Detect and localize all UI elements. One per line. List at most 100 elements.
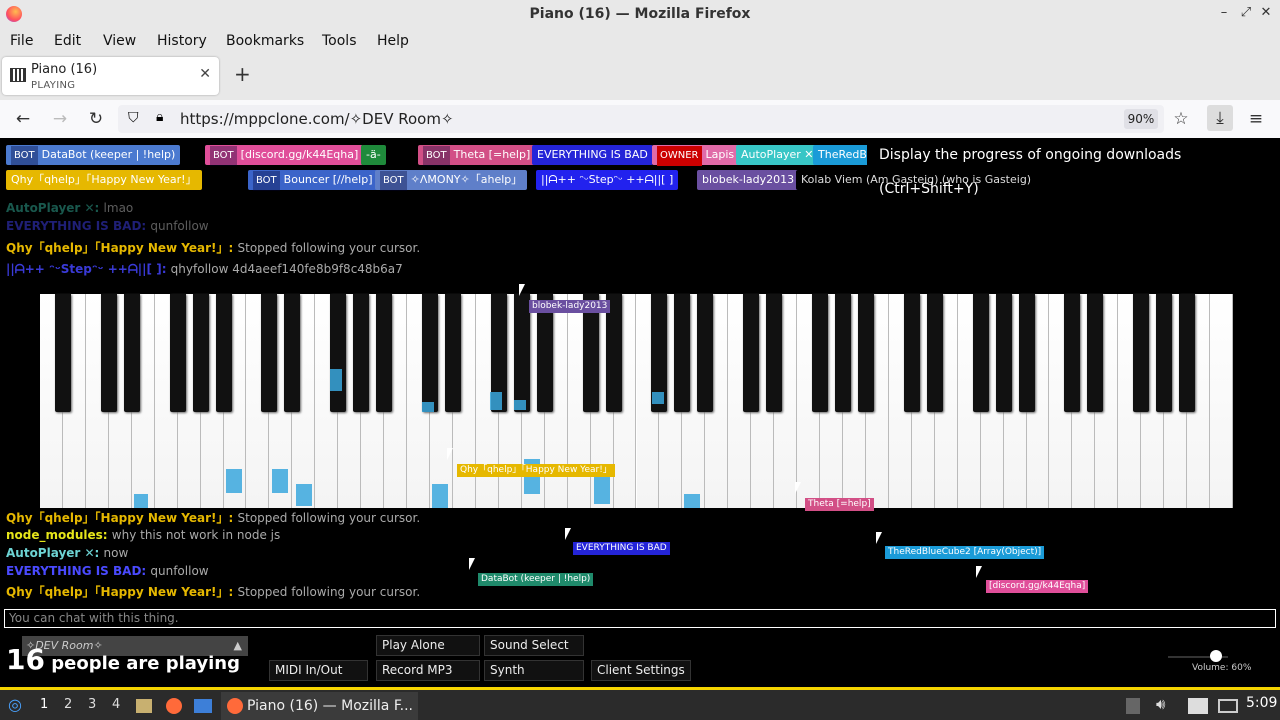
synth-button[interactable]: Synth (484, 660, 584, 681)
note-highlight (272, 469, 288, 493)
black-key[interactable] (857, 294, 874, 412)
tab-piano[interactable]: Piano (16) PLAYING ✕ (2, 57, 219, 95)
downloads-button[interactable]: ⤓ (1207, 105, 1233, 131)
new-tab-button[interactable]: + (234, 62, 251, 86)
user-chip[interactable]: ||ᗩ++ ᵔᵕStepᵔᵕ ++ᗩ||[ ] (536, 170, 679, 190)
user-chip[interactable]: BOT Bouncer [//help] (248, 170, 378, 191)
file-manager-icon[interactable] (136, 699, 152, 713)
black-key[interactable] (1087, 294, 1104, 412)
black-key[interactable] (330, 294, 347, 412)
white-key[interactable] (1210, 294, 1233, 508)
user-chip[interactable]: TheRedB (813, 145, 872, 165)
workspace-1[interactable]: 1 (40, 697, 48, 712)
user-name: ||ᗩ++ ᵔᵕStepᵔᵕ ++ᗩ||[ ] (541, 173, 674, 186)
note-highlight (514, 400, 526, 410)
reload-button[interactable]: ↻ (85, 109, 107, 129)
bookmark-star-icon[interactable]: ☆ (1170, 109, 1192, 129)
chat-input[interactable]: You can chat with this thing. (4, 609, 1276, 628)
volume-knob[interactable] (1210, 650, 1222, 662)
maximize-icon[interactable]: ⤢ (1236, 5, 1256, 20)
terminal-icon[interactable] (194, 699, 212, 713)
black-key[interactable] (192, 294, 209, 412)
black-key[interactable] (766, 294, 783, 412)
volume-slider[interactable] (1168, 650, 1228, 662)
midi-button[interactable]: MIDI In/Out (269, 660, 368, 681)
black-key[interactable] (1156, 294, 1173, 412)
black-key[interactable] (513, 294, 530, 412)
network-icon[interactable] (1188, 698, 1208, 714)
user-chip[interactable]: BOT ✧ΛΜΟΝΥ✧「ahelp」 (375, 170, 528, 191)
black-key[interactable] (376, 294, 393, 412)
black-key[interactable] (444, 294, 461, 412)
user-chip[interactable]: BOT [discord.gg/k44Eqha] (205, 145, 364, 166)
black-key[interactable] (674, 294, 691, 412)
black-key[interactable] (903, 294, 920, 412)
forward-button[interactable]: → (49, 109, 71, 129)
client-settings-button[interactable]: Client Settings (591, 660, 691, 681)
black-key[interactable] (1179, 294, 1196, 412)
workspace-4[interactable]: 4 (112, 697, 120, 712)
tab-strip: Piano (16) PLAYING ✕ (0, 54, 1280, 100)
black-key[interactable] (812, 294, 829, 412)
black-key[interactable] (1064, 294, 1081, 412)
black-key[interactable] (1018, 294, 1035, 412)
user-chip[interactable]: BOT Theta [=help] (418, 145, 536, 166)
app-menu-icon[interactable]: ≡ (1245, 109, 1267, 129)
volume-icon[interactable]: 🔊︎ (1156, 695, 1165, 713)
start-menu-icon[interactable]: ◎ (8, 695, 22, 714)
user-chip[interactable]: AutoPlayer ✕ (736, 145, 819, 165)
black-key[interactable] (123, 294, 140, 412)
taskbar-firefox-window[interactable]: Piano (16) — Mozilla F... (221, 692, 418, 720)
chat-message: ||ᗩ++ ᵔᵕStepᵔᵕ ++ᗩ||[ ]: qhyfollow 4d4ae… (6, 262, 403, 277)
black-key[interactable] (284, 294, 301, 412)
people-count: 16 (6, 643, 45, 676)
black-key[interactable] (100, 294, 117, 412)
workspace-2[interactable]: 2 (64, 697, 72, 712)
black-key[interactable] (169, 294, 186, 412)
black-key[interactable] (1133, 294, 1150, 412)
black-key[interactable] (353, 294, 370, 412)
black-key[interactable] (261, 294, 278, 412)
zoom-level[interactable]: 90% (1124, 109, 1158, 129)
black-key[interactable] (972, 294, 989, 412)
black-key[interactable] (995, 294, 1012, 412)
clipboard-icon[interactable] (1126, 698, 1140, 714)
menu-bookmarks[interactable]: Bookmarks (226, 33, 304, 49)
user-chip[interactable]: BOT DataBot (keeper | !help) (6, 145, 181, 166)
menu-view[interactable]: View (103, 33, 136, 49)
black-key[interactable] (834, 294, 851, 412)
menu-edit[interactable]: Edit (54, 33, 81, 49)
sound-select-button[interactable]: Sound Select (484, 635, 584, 656)
play-alone-button[interactable]: Play Alone (376, 635, 480, 656)
lock-icon[interactable]: 🔒︎ (156, 109, 163, 125)
firefox-launcher-icon[interactable] (166, 698, 182, 714)
black-key[interactable] (215, 294, 232, 412)
user-chip[interactable]: blobek-lady2013 (697, 170, 800, 190)
user-chip[interactable]: OWNER Lapis (652, 145, 740, 166)
user-chip[interactable]: EVERYTHING IS BAD (532, 145, 653, 165)
menu-tools[interactable]: Tools (322, 33, 357, 49)
black-key[interactable] (422, 294, 439, 412)
piano-keyboard[interactable] (40, 294, 1233, 508)
shield-icon[interactable]: ⛉ (128, 110, 139, 126)
firefox-task-icon (227, 698, 243, 714)
url-bar[interactable]: ⛉ 🔒︎ https://mppclone.com/✧DEV Room✧ 90% (118, 105, 1164, 133)
chat-author: Qhy「qhelp」「Happy New Year!」: (6, 585, 238, 599)
record-mp3-button[interactable]: Record MP3 (376, 660, 480, 681)
menu-file[interactable]: File (10, 33, 33, 49)
minimize-icon[interactable]: – (1214, 5, 1234, 20)
cursor-arrow-icon (795, 482, 807, 494)
menu-help[interactable]: Help (377, 33, 409, 49)
black-key[interactable] (54, 294, 71, 412)
menu-history[interactable]: History (157, 33, 207, 49)
black-key[interactable] (743, 294, 760, 412)
display-icon[interactable] (1218, 699, 1238, 713)
black-key[interactable] (926, 294, 943, 412)
close-window-icon[interactable]: ✕ (1256, 5, 1276, 20)
workspace-3[interactable]: 3 (88, 697, 96, 712)
tab-close-icon[interactable]: ✕ (199, 66, 211, 82)
user-chip[interactable]: Qhy「qhelp」「Happy New Year!」 (6, 170, 202, 190)
back-button[interactable]: ← (12, 109, 34, 129)
user-chip[interactable]: -ä- (361, 145, 386, 165)
black-key[interactable] (697, 294, 714, 412)
